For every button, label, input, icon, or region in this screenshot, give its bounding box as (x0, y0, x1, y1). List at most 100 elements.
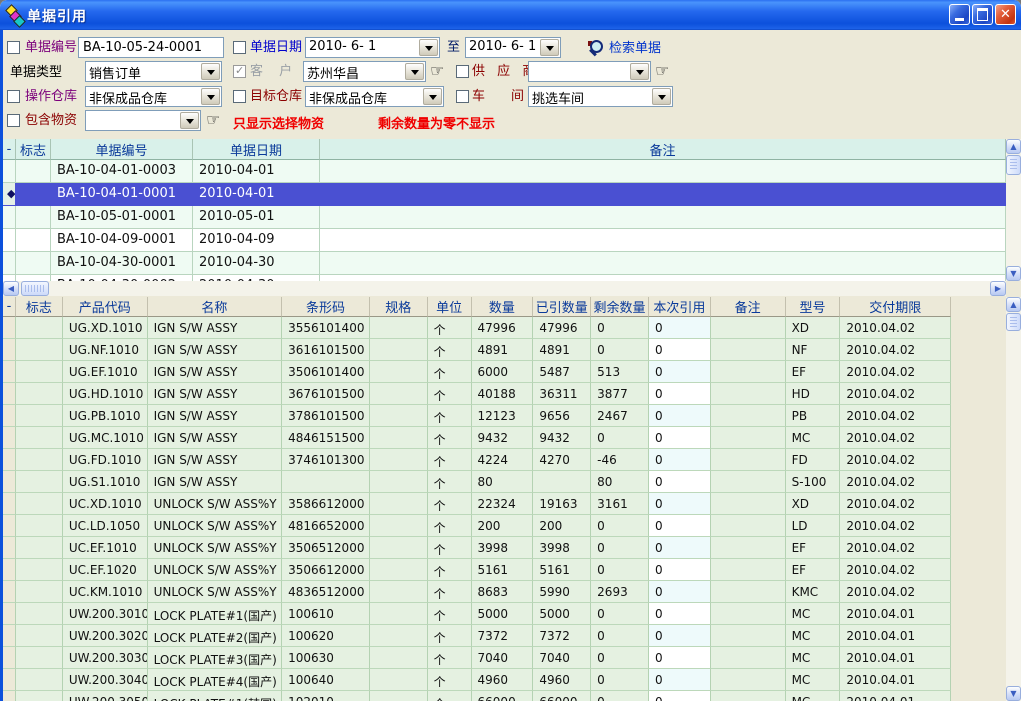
vscroll-thumb[interactable] (1006, 155, 1021, 175)
hscroll-thumb[interactable] (21, 281, 49, 296)
dropdown-arrow-icon[interactable] (423, 88, 442, 105)
remark-cell (711, 493, 786, 515)
close-button[interactable]: ✕ (995, 4, 1016, 25)
current-ref-cell[interactable]: 0 (649, 449, 711, 471)
current-ref-cell[interactable]: 0 (649, 361, 711, 383)
current-ref-cell[interactable]: 0 (649, 537, 711, 559)
doc-no-checkbox[interactable] (7, 41, 20, 54)
product-row[interactable]: UW.200.3020LOCK PLATE#2(国产)100620个737273… (3, 625, 951, 647)
scroll-right-button[interactable]: ▶ (990, 281, 1006, 296)
current-ref-cell[interactable]: 0 (649, 405, 711, 427)
documents-table-hscrollbar[interactable]: ◀ ▶ (3, 281, 1006, 296)
current-ref-cell[interactable]: 0 (649, 603, 711, 625)
dropdown-arrow-icon[interactable] (201, 88, 220, 105)
product-row[interactable]: UG.FD.1010IGN S/W ASSY3746101300个4224427… (3, 449, 951, 471)
document-row[interactable]: ◆BA-10-04-01-00012010-04-01 (3, 183, 1006, 206)
current-ref-cell[interactable]: 0 (649, 515, 711, 537)
op-warehouse-select[interactable]: 非保成品仓库 (85, 86, 222, 107)
row-indicator (3, 625, 16, 647)
vscroll-thumb[interactable] (1006, 313, 1021, 331)
product-row[interactable]: UW.200.3010LOCK PLATE#1(国产)100610个500050… (3, 603, 951, 625)
current-ref-cell[interactable]: 0 (649, 339, 711, 361)
dropdown-arrow-icon[interactable] (405, 63, 424, 80)
product-row[interactable]: UC.EF.1010UNLOCK S/W ASS%Y3506512000个399… (3, 537, 951, 559)
maximize-button[interactable] (972, 4, 993, 25)
doc-date-checkbox[interactable] (233, 41, 246, 54)
include-material-checkbox[interactable] (7, 114, 20, 127)
current-ref-cell[interactable]: 0 (649, 471, 711, 493)
remark-cell (711, 603, 786, 625)
product-row[interactable]: UC.EF.1020UNLOCK S/W ASS%Y3506612000个516… (3, 559, 951, 581)
product-row[interactable]: UG.PB.1010IGN S/W ASSY3786101500个1212396… (3, 405, 951, 427)
dropdown-arrow-icon[interactable] (652, 88, 671, 105)
qty-cell: 7372 (472, 625, 534, 647)
current-ref-cell[interactable]: 0 (649, 625, 711, 647)
dropdown-arrow-icon[interactable] (540, 39, 559, 56)
dropdown-arrow-icon[interactable] (630, 63, 649, 80)
dropdown-arrow-icon[interactable] (201, 63, 220, 80)
used-qty-cell: 200 (533, 515, 591, 537)
current-ref-cell[interactable]: 0 (649, 669, 711, 691)
minimize-button[interactable] (949, 4, 970, 25)
dropdown-arrow-icon[interactable] (419, 39, 438, 56)
doc-type-select[interactable]: 销售订单 (85, 61, 222, 82)
product-code-cell: UC.KM.1010 (63, 581, 148, 603)
products-table-vscrollbar[interactable]: ▲ ▼ (1006, 297, 1021, 701)
unit-cell: 个 (428, 515, 472, 537)
product-row[interactable]: UG.HD.1010IGN S/W ASSY3676101500个4018836… (3, 383, 951, 405)
scroll-up-button[interactable]: ▲ (1006, 297, 1021, 312)
supplier-lookup-hand-icon[interactable]: ☞ (655, 63, 669, 79)
lower-column-header: 名称 (148, 297, 283, 317)
workshop-select[interactable]: 挑选车间 (528, 86, 673, 107)
product-row[interactable]: UG.EF.1010IGN S/W ASSY3506101400个6000548… (3, 361, 951, 383)
product-row[interactable]: UC.LD.1050UNLOCK S/W ASS%Y4816652000个200… (3, 515, 951, 537)
product-row[interactable]: UG.NF.1010IGN S/W ASSY3616101500个4891489… (3, 339, 951, 361)
scroll-down-button[interactable]: ▼ (1006, 266, 1021, 281)
product-row[interactable]: UW.200.3030LOCK PLATE#3(国产)100630个704070… (3, 647, 951, 669)
doc-no-cell: BA-10-04-01-0003 (51, 160, 193, 183)
doc-no-input[interactable] (78, 37, 224, 58)
dropdown-arrow-icon[interactable] (180, 112, 199, 129)
current-ref-cell[interactable]: 0 (649, 559, 711, 581)
workshop-checkbox[interactable] (456, 90, 469, 103)
product-row[interactable]: UC.KM.1010UNLOCK S/W ASS%Y4836512000个868… (3, 581, 951, 603)
document-row[interactable]: BA-10-04-09-00012010-04-09 (3, 229, 1006, 252)
scroll-down-button[interactable]: ▼ (1006, 686, 1021, 701)
include-material-label: 包含物资 (25, 113, 77, 128)
current-ref-cell[interactable]: 0 (649, 317, 711, 339)
current-ref-cell[interactable]: 0 (649, 493, 711, 515)
date-from-select[interactable]: 2010- 6- 1 (305, 37, 440, 58)
target-warehouse-checkbox[interactable] (233, 90, 246, 103)
product-row[interactable]: UG.S1.1010IGN S/W ASSY个80800S-1002010.04… (3, 471, 951, 493)
op-warehouse-checkbox[interactable] (7, 90, 20, 103)
current-ref-cell[interactable]: 0 (649, 691, 711, 701)
product-row[interactable]: UG.MC.1010IGN S/W ASSY4846151500个9432943… (3, 427, 951, 449)
customer-select[interactable]: 苏州华昌 (303, 61, 426, 82)
target-warehouse-select[interactable]: 非保成品仓库 (305, 86, 444, 107)
current-ref-cell[interactable]: 0 (649, 581, 711, 603)
name-cell: UNLOCK S/W ASS%Y (148, 515, 283, 537)
current-ref-cell[interactable]: 0 (649, 427, 711, 449)
document-row[interactable]: BA-10-05-01-00012010-05-01 (3, 206, 1006, 229)
date-to-select[interactable]: 2010- 6- 1 (465, 37, 561, 58)
deadline-cell: 2010.04.02 (840, 449, 951, 471)
supplier-select[interactable] (528, 61, 651, 82)
product-row[interactable]: UC.XD.1010UNLOCK S/W ASS%Y3586612000个223… (3, 493, 951, 515)
include-material-select[interactable] (85, 110, 201, 131)
row-indicator (3, 493, 16, 515)
material-lookup-hand-icon[interactable]: ☞ (206, 112, 220, 128)
customer-lookup-hand-icon[interactable]: ☞ (430, 63, 444, 79)
barcode-cell: 102010 (282, 691, 370, 701)
search-documents-button[interactable]: 检索单据 (588, 37, 661, 56)
scroll-up-button[interactable]: ▲ (1006, 139, 1021, 154)
product-row[interactable]: UW.200.3040LOCK PLATE#4(国产)100640个496049… (3, 669, 951, 691)
current-ref-cell[interactable]: 0 (649, 647, 711, 669)
document-row[interactable]: BA-10-04-30-00012010-04-30 (3, 252, 1006, 275)
supplier-checkbox[interactable] (456, 65, 469, 78)
document-row[interactable]: BA-10-04-01-00032010-04-01 (3, 160, 1006, 183)
product-row[interactable]: UG.XD.1010IGN S/W ASSY3556101400个4799647… (3, 317, 951, 339)
documents-table-vscrollbar[interactable]: ▲ ▼ (1006, 139, 1021, 281)
current-ref-cell[interactable]: 0 (649, 383, 711, 405)
product-row[interactable]: UW.200.3050LOCK PLATE#1(韩国)102010个660006… (3, 691, 951, 701)
scroll-left-button[interactable]: ◀ (3, 281, 19, 296)
